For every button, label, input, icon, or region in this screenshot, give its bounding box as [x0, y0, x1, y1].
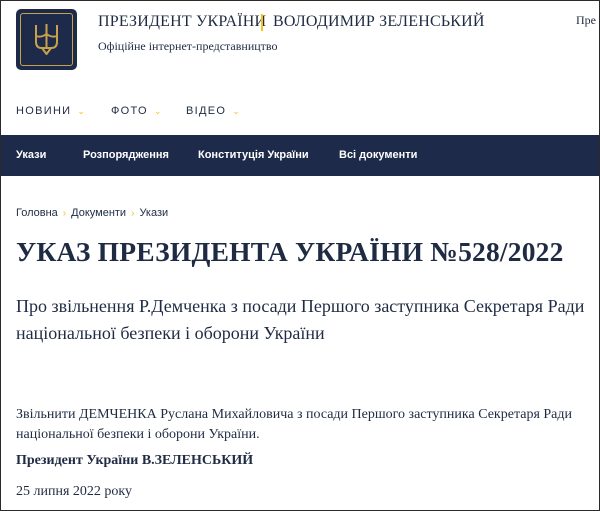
breadcrumb-documents[interactable]: Документи — [71, 207, 126, 219]
docnav-decrees[interactable]: Укази — [16, 149, 46, 161]
title-separator — [261, 14, 263, 31]
documents-navigation: Укази Розпорядження Конституція України … — [1, 135, 599, 176]
top-navigation: НОВИНИ ⌄ ФОТО ⌄ ВІДЕО ⌄ — [1, 96, 599, 126]
site-header: ПРЕЗИДЕНТ УКРАЇНИ ВОЛОДИМИР ЗЕЛЕНСЬКИЙ О… — [1, 1, 599, 81]
document-body: Звільнити ДЕМЧЕНКА Руслана Михайловича з… — [16, 407, 573, 442]
site-subtitle: Офіційне інтернет-представництво — [98, 39, 278, 53]
nav-item-label: НОВИНИ — [16, 105, 72, 117]
docnav-all-documents[interactable]: Всі документи — [339, 149, 417, 161]
breadcrumb-home[interactable]: Головна — [16, 207, 58, 219]
nav-item-video[interactable]: ВІДЕО ⌄ — [186, 105, 240, 117]
nav-item-label: ВІДЕО — [186, 105, 227, 117]
president-name[interactable]: ВОЛОДИМИР ЗЕЛЕНСЬКИЙ — [273, 13, 485, 31]
chevron-down-icon: ⌄ — [77, 106, 85, 116]
site-title[interactable]: ПРЕЗИДЕНТ УКРАЇНИ — [98, 13, 266, 31]
docnav-orders[interactable]: Розпорядження — [83, 149, 169, 161]
chevron-right-icon: › — [62, 208, 67, 219]
nav-item-news[interactable]: НОВИНИ ⌄ — [16, 105, 85, 117]
document-signature: Президент України В.ЗЕЛЕНСЬКИЙ — [16, 453, 254, 468]
language-link[interactable]: Пре — [576, 13, 596, 28]
nav-item-photo[interactable]: ФОТО ⌄ — [111, 105, 161, 117]
chevron-right-icon: › — [131, 208, 135, 219]
chevron-down-icon: ⌄ — [232, 106, 240, 116]
trident-emblem-icon[interactable] — [16, 9, 77, 70]
chevron-down-icon: ⌄ — [153, 106, 162, 116]
page-title: УКАЗ ПРЕЗИДЕНТА УКРАЇНИ №528/2022 — [16, 236, 564, 267]
docnav-constitution[interactable]: Конституція України — [198, 149, 309, 161]
nav-item-label: ФОТО — [111, 105, 148, 117]
breadcrumb: Головна › Документи › Укази — [16, 207, 168, 219]
breadcrumb-decrees[interactable]: Укази — [139, 207, 168, 219]
document-date: 25 липня 2022 року — [16, 484, 133, 499]
document-subtitle: Про звільнення Р.Демченка з посади Першо… — [16, 296, 585, 343]
